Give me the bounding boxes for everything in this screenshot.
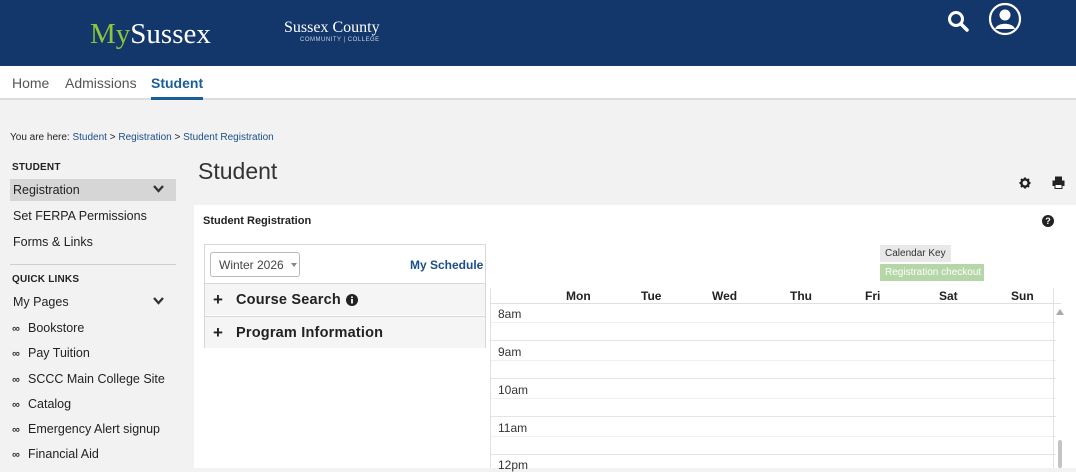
calendar-scrollbar[interactable] xyxy=(1053,288,1066,468)
nav-admissions[interactable]: Admissions xyxy=(65,75,137,91)
day-header: Thu xyxy=(790,289,812,303)
day-header: Wed xyxy=(712,289,738,303)
accordion-label: Course Search xyxy=(236,292,341,308)
top-header: MySussex Sussex County COMMUNITY | COLLE… xyxy=(0,0,1076,66)
quick-link-financial-aid[interactable]: ∞ Financial Aid xyxy=(12,447,99,461)
college-name: Sussex County xyxy=(284,19,380,36)
half-hour-line xyxy=(491,398,1056,399)
breadcrumb-registration[interactable]: Registration xyxy=(118,132,171,143)
chevron-down-icon[interactable] xyxy=(153,184,164,194)
user-circle-icon[interactable] xyxy=(988,2,1022,36)
sidebar-item-ferpa[interactable]: Set FERPA Permissions xyxy=(10,205,176,227)
link-icon: ∞ xyxy=(12,449,20,461)
student-registration-panel: Student Registration ? Winter 2026 My Sc… xyxy=(194,205,1076,472)
quick-link-catalog[interactable]: ∞ Catalog xyxy=(12,397,71,411)
hour-label: 12pm xyxy=(498,458,529,472)
quick-links-title: QUICK LINKS xyxy=(12,274,80,285)
sidebar-section-title: STUDENT xyxy=(12,162,61,173)
accordion-course-search[interactable]: + Course Search xyxy=(205,283,485,315)
scroll-thumb[interactable] xyxy=(1058,440,1062,468)
term-select[interactable]: Winter 2026 xyxy=(210,252,300,277)
gear-icon[interactable] xyxy=(1019,177,1031,189)
quick-link-label: Catalog xyxy=(28,397,72,411)
sidebar-item-label: Forms & Links xyxy=(13,235,93,249)
brand-suffix: Sussex xyxy=(130,18,211,50)
course-search-box: Winter 2026 My Schedule + Course Search … xyxy=(204,244,486,348)
half-hour-line xyxy=(491,360,1056,361)
scroll-up-arrow-icon[interactable] xyxy=(1056,309,1064,315)
day-header: Sat xyxy=(939,289,958,303)
link-icon: ∞ xyxy=(12,399,20,411)
hour-label: 8am xyxy=(498,307,522,321)
day-header: Tue xyxy=(641,289,662,303)
main-nav: Home Admissions Student xyxy=(0,66,1076,100)
sidebar-item-forms-links[interactable]: Forms & Links xyxy=(10,231,176,253)
sidebar-item-my-pages[interactable]: My Pages xyxy=(10,291,176,313)
help-icon[interactable]: ? xyxy=(1042,215,1054,227)
breadcrumb-student[interactable]: Student xyxy=(72,132,106,143)
page-title: Student xyxy=(198,158,278,184)
link-icon: ∞ xyxy=(12,323,20,335)
quick-link-emergency-alert[interactable]: ∞ Emergency Alert signup xyxy=(12,422,160,436)
day-header: Fri xyxy=(865,289,881,303)
college-subtitle: COMMUNITY | COLLEGE xyxy=(300,37,380,43)
quick-link-pay-tuition[interactable]: ∞ Pay Tuition xyxy=(12,346,90,360)
breadcrumb-student-registration[interactable]: Student Registration xyxy=(183,132,274,143)
brand-prefix: My xyxy=(90,18,131,50)
quick-link-label: Emergency Alert signup xyxy=(28,422,161,436)
calendar-header: Mon Tue Wed Thu Fri Sat Sun xyxy=(491,288,1061,304)
chevron-down-icon[interactable] xyxy=(153,296,164,306)
hour-line xyxy=(491,454,1056,455)
print-icon[interactable] xyxy=(1052,176,1065,189)
quick-link-bookstore[interactable]: ∞ Bookstore xyxy=(12,321,84,335)
schedule-calendar: Mon Tue Wed Thu Fri Sat Sun 8am 9am 10am… xyxy=(490,288,1064,472)
term-select-value: Winter 2026 xyxy=(219,258,284,272)
breadcrumb-prefix: You are here: xyxy=(10,132,70,143)
quick-link-label: Financial Aid xyxy=(28,447,99,461)
sidebar-item-label: Set FERPA Permissions xyxy=(13,209,147,223)
nav-home[interactable]: Home xyxy=(12,75,49,91)
info-icon[interactable] xyxy=(346,294,358,306)
half-hour-line xyxy=(491,322,1056,323)
hour-label: 9am xyxy=(498,345,522,359)
sidebar-item-label: My Pages xyxy=(13,295,69,309)
quick-link-label: SCCC Main College Site xyxy=(28,372,165,386)
hour-label: 10am xyxy=(498,383,529,397)
accordion-program-information[interactable]: + Program Information xyxy=(205,316,485,348)
breadcrumb-separator: > xyxy=(109,132,116,143)
accordion-label: Program Information xyxy=(236,325,384,341)
nav-student[interactable]: Student xyxy=(151,75,204,100)
sidebar-divider xyxy=(10,264,176,265)
hour-label: 11am xyxy=(498,421,528,435)
quick-link-label: Bookstore xyxy=(28,321,85,335)
plus-icon: + xyxy=(213,290,223,309)
plus-icon: + xyxy=(213,323,223,342)
link-icon: ∞ xyxy=(12,424,20,436)
caret-down-icon xyxy=(291,263,297,267)
hour-line xyxy=(491,340,1056,341)
breadcrumb: You are here: Student > Registration > S… xyxy=(10,132,274,143)
panel-title: Student Registration xyxy=(203,215,312,227)
calendar-key-button[interactable]: Calendar Key xyxy=(880,245,951,262)
svg-text:?: ? xyxy=(1045,216,1051,226)
day-header: Sun xyxy=(1011,289,1034,303)
sidebar-item-registration[interactable]: Registration xyxy=(10,179,176,201)
half-hour-line xyxy=(491,436,1056,437)
college-logo: Sussex County COMMUNITY | COLLEGE xyxy=(284,19,380,43)
breadcrumb-separator: > xyxy=(174,132,181,143)
my-schedule-link[interactable]: My Schedule xyxy=(410,258,483,272)
quick-link-main-site[interactable]: ∞ SCCC Main College Site xyxy=(12,372,165,386)
sidebar-item-label: Registration xyxy=(13,183,80,197)
quick-link-label: Pay Tuition xyxy=(28,346,90,360)
mysussex-logo[interactable]: MySussex xyxy=(90,18,211,51)
link-icon: ∞ xyxy=(12,374,20,386)
search-icon[interactable] xyxy=(946,9,970,33)
hour-line xyxy=(491,416,1056,417)
hour-line xyxy=(491,378,1056,379)
day-header: Mon xyxy=(566,289,591,303)
link-icon: ∞ xyxy=(12,348,20,360)
registration-checkout-button[interactable]: Registration checkout xyxy=(880,264,984,281)
